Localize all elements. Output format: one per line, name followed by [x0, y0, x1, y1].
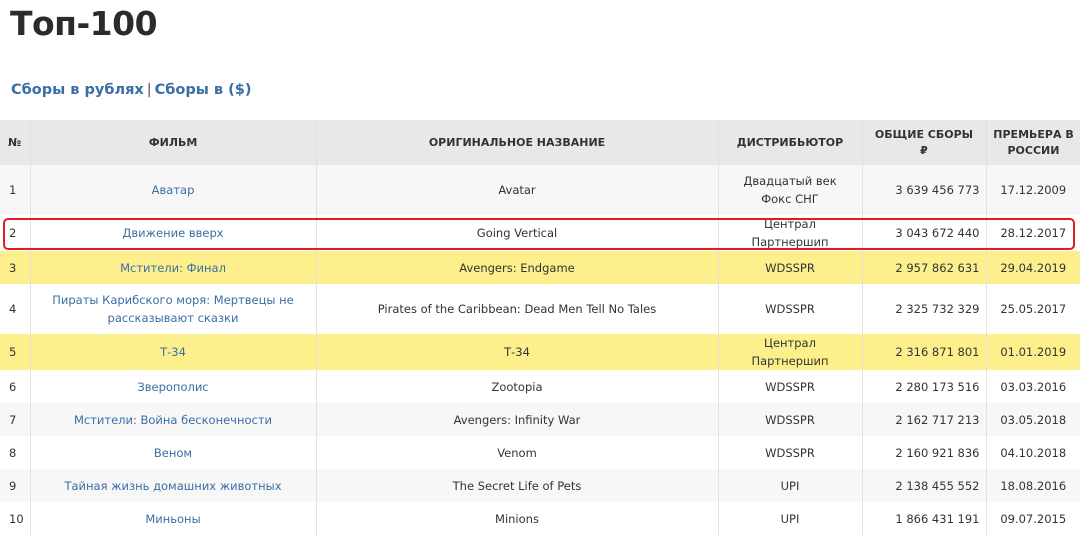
cell-original: Zootopia	[315, 370, 718, 403]
cell-premiere: 18.08.2016	[985, 469, 1080, 502]
table-row: 9 Тайная жизнь домашних животных The Secre…	[0, 469, 1080, 502]
cell-distributor: WDSSPR	[717, 284, 862, 334]
film-link[interactable]: Миньоны	[145, 512, 200, 526]
cell-film: Тайная жизнь домашних животных	[29, 469, 316, 502]
header-distributor[interactable]: ДИСТРИБЬЮТОР	[717, 120, 862, 165]
page-title: Топ-100	[10, 4, 158, 43]
header-gross[interactable]: ОБЩИЕ СБОРЫ ₽	[861, 120, 986, 165]
film-link[interactable]: Пираты Карибского моря: Мертвецы не расс…	[52, 293, 293, 325]
cell-film: Миньоны	[29, 502, 316, 535]
cell-film: Т-34	[29, 334, 316, 370]
cell-num: 10	[0, 502, 30, 535]
cell-film: Пираты Карибского моря: Мертвецы не расс…	[29, 284, 316, 334]
header-num[interactable]: №	[0, 120, 30, 165]
cell-original: Minions	[315, 502, 718, 535]
cell-num: 4	[0, 284, 30, 334]
table-row: 3 Мстители: Финал Avengers: Endgame WDSSPR 2…	[0, 251, 1080, 284]
top-100-table: № ФИЛЬМ ОРИГИНАЛЬНОЕ НАЗВАНИЕ ДИСТРИБЬЮТ…	[0, 120, 1080, 535]
cell-original: Going Vertical	[315, 215, 718, 251]
header-premiere[interactable]: ПРЕМЬЕРА В РОССИИ	[985, 120, 1080, 165]
film-link[interactable]: Аватар	[152, 183, 195, 197]
cell-distributor: WDSSPR	[717, 251, 862, 284]
cell-gross: 2 280 173 516	[861, 370, 986, 403]
table-row: 2 Движение вверх Going Vertical Централ Пар…	[0, 215, 1080, 251]
cell-premiere: 03.05.2018	[985, 403, 1080, 436]
cell-film: Мстители: Финал	[29, 251, 316, 284]
table-header: № ФИЛЬМ ОРИГИНАЛЬНОЕ НАЗВАНИЕ ДИСТРИБЬЮТ…	[0, 120, 1080, 165]
table-row: 5 Т-34 Т-34 Централ Партнершип 2 316 871 801…	[0, 334, 1080, 370]
cell-film: Мстители: Война бесконечности	[29, 403, 316, 436]
header-gross-label: ОБЩИЕ СБОРЫ ₽	[874, 127, 974, 157]
cell-num: 9	[0, 469, 30, 502]
cell-premiere: 09.07.2015	[985, 502, 1080, 535]
cell-num: 1	[0, 165, 30, 215]
cell-original: Pirates of the Caribbean: Dead Men Tell …	[315, 284, 718, 334]
cell-num: 7	[0, 403, 30, 436]
cell-premiere: 17.12.2009	[985, 165, 1080, 215]
cell-premiere: 01.01.2019	[985, 334, 1080, 370]
cell-distributor: WDSSPR	[717, 436, 862, 469]
cell-gross: 2 325 732 329	[861, 284, 986, 334]
header-film[interactable]: ФИЛЬМ	[29, 120, 316, 165]
cell-premiere: 03.03.2016	[985, 370, 1080, 403]
separator: |	[146, 82, 152, 98]
cell-film: Аватар	[29, 165, 316, 215]
cell-num: 3	[0, 251, 30, 284]
table-row: 6 Зверополис Zootopia WDSSPR 2 280 173 516 03…	[0, 370, 1080, 403]
cell-gross: 2 316 871 801	[861, 334, 986, 370]
table-row: 10 Миньоны Minions UPI 1 866 431 191 09.07.20…	[0, 502, 1080, 535]
film-link[interactable]: Движение вверх	[122, 226, 223, 240]
film-link[interactable]: Мстители: Финал	[120, 261, 226, 275]
cell-gross: 2 160 921 836	[861, 436, 986, 469]
cell-original: Avengers: Endgame	[315, 251, 718, 284]
cell-distributor: WDSSPR	[717, 403, 862, 436]
header-premiere-label: ПРЕМЬЕРА В РОССИИ	[993, 127, 1074, 157]
cell-gross: 2 138 455 552	[861, 469, 986, 502]
cell-film: Движение вверх	[29, 215, 316, 251]
film-link[interactable]: Веном	[154, 446, 192, 460]
cell-num: 2	[0, 215, 30, 251]
film-link[interactable]: Тайная жизнь домашних животных	[64, 479, 281, 493]
cell-film: Зверополис	[29, 370, 316, 403]
table-row: 8 Веном Venom WDSSPR 2 160 921 836 04.10.2018	[0, 436, 1080, 469]
cell-num: 5	[0, 334, 30, 370]
cell-original: Т-34	[315, 334, 718, 370]
cell-distributor: WDSSPR	[717, 370, 862, 403]
cell-film: Веном	[29, 436, 316, 469]
cell-num: 8	[0, 436, 30, 469]
film-link[interactable]: Зверополис	[137, 380, 208, 394]
currency-switch: Сборы в рублях | Сборы в ($)	[11, 82, 251, 98]
cell-gross: 2 957 862 631	[861, 251, 986, 284]
cell-gross: 1 866 431 191	[861, 502, 986, 535]
cell-premiere: 29.04.2019	[985, 251, 1080, 284]
table-row: 7 Мстители: Война бесконечности Avengers: …	[0, 403, 1080, 436]
gross-usd-link[interactable]: Сборы в ($)	[155, 82, 252, 98]
gross-rub-link[interactable]: Сборы в рублях	[11, 82, 144, 98]
cell-original: Avengers: Infinity War	[315, 403, 718, 436]
film-link[interactable]: Мстители: Война бесконечности	[74, 413, 272, 427]
cell-original: The Secret Life of Pets	[315, 469, 718, 502]
cell-premiere: 04.10.2018	[985, 436, 1080, 469]
cell-gross: 2 162 717 213	[861, 403, 986, 436]
film-link[interactable]: Т-34	[160, 345, 186, 359]
header-original[interactable]: ОРИГИНАЛЬНОЕ НАЗВАНИЕ	[315, 120, 718, 165]
cell-gross: 3 639 456 773	[861, 165, 986, 215]
cell-distributor: Централ Партнершип	[717, 215, 862, 251]
cell-premiere: 25.05.2017	[985, 284, 1080, 334]
cell-distributor: UPI	[717, 502, 862, 535]
cell-distributor: Централ Партнершип	[717, 334, 862, 370]
table-row: 1 Аватар Avatar Двадцатый век Фокс СНГ 3 639…	[0, 165, 1080, 215]
cell-distributor: Двадцатый век Фокс СНГ	[717, 165, 862, 215]
table-row: 4 Пираты Карибского моря: Мертвецы не рас…	[0, 284, 1080, 334]
cell-gross: 3 043 672 440	[861, 215, 986, 251]
cell-num: 6	[0, 370, 30, 403]
cell-original: Venom	[315, 436, 718, 469]
cell-premiere: 28.12.2017	[985, 215, 1080, 251]
cell-distributor: UPI	[717, 469, 862, 502]
cell-original: Avatar	[315, 165, 718, 215]
